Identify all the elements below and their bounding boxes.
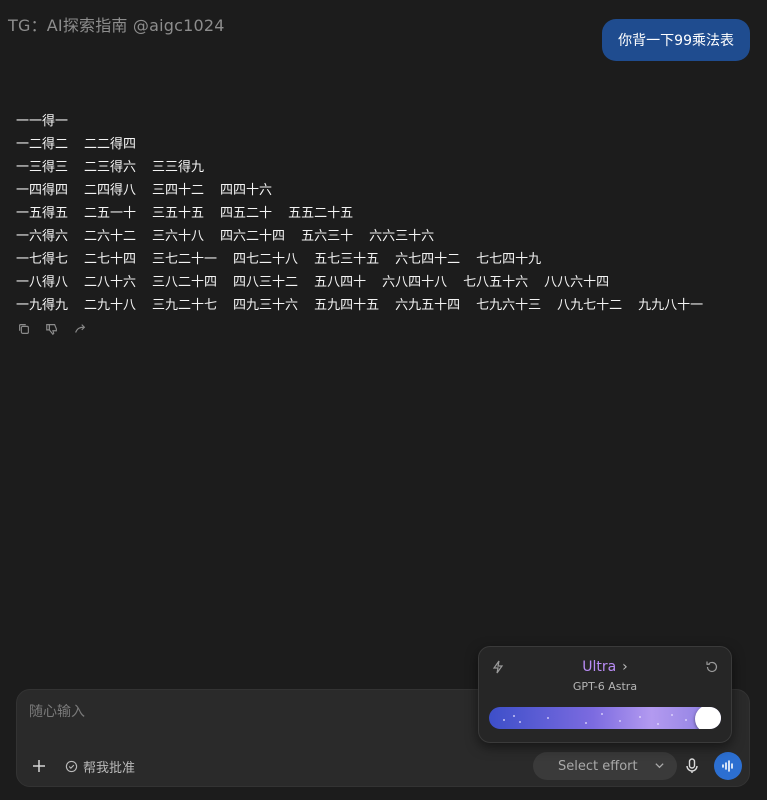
plus-icon[interactable] — [29, 756, 49, 776]
sparkle — [503, 719, 505, 721]
message-actions — [16, 321, 757, 337]
watermark: TG：AI探索指南 @aigc1024 — [8, 16, 225, 35]
table-cell: 四五二十 — [220, 206, 273, 221]
user-message-bubble: 你背一下99乘法表 — [602, 19, 750, 61]
table-cell: 一四得四 — [16, 183, 69, 198]
table-cell: 一五得五 — [16, 206, 69, 221]
table-row: 一五得五 二五一十 三五十五 四五二十 五五二十五 — [16, 200, 757, 223]
table-cell: 三三得九 — [152, 160, 205, 175]
table-cell: 三六十八 — [152, 229, 205, 244]
helper-button[interactable]: 帮我批准 — [65, 757, 135, 776]
microphone-icon[interactable] — [684, 756, 700, 776]
sparkle — [671, 714, 673, 716]
model-popup: Ultra › GPT-6 Astra — [478, 646, 732, 743]
sparkle — [547, 717, 549, 719]
table-row: 一四得四 二四得八 三四十二 四四十六 — [16, 177, 757, 200]
table-cell: 五六三十 — [301, 229, 354, 244]
table-row: 一二得二 二二得四 — [16, 131, 757, 154]
table-row: 一七得七 二七十四 三七二十一 四七二十八 五七三十五 六七四十二 七七四十九 — [16, 246, 757, 269]
multiplication-table: 一一得一 一二得二 二二得四 一三得三 二三得六 三三得九 一四得四 二四得八 三四十二 四四十六… — [16, 108, 757, 315]
table-cell: 二七十四 — [84, 252, 137, 267]
slider-thumb[interactable] — [695, 707, 721, 729]
table-cell: 四四十六 — [220, 183, 273, 198]
table-cell: 三八二十四 — [152, 275, 218, 290]
voice-mode-button[interactable] — [714, 752, 742, 780]
sparkle — [619, 720, 621, 722]
table-cell: 六六三十六 — [369, 229, 435, 244]
sparkle — [519, 721, 521, 723]
table-cell: 六九五十四 — [395, 298, 461, 313]
sparkle — [601, 713, 603, 715]
thumbs-down-icon[interactable] — [44, 321, 60, 337]
table-cell: 二二得四 — [84, 137, 137, 152]
table-row: 一六得六 二六十二 三六十八 四六二十四 五六三十 六六三十六 — [16, 223, 757, 246]
table-cell: 九九八十一 — [638, 298, 704, 313]
table-row: 一九得九 二九十八 三九二十七 四九三十六 五九四十五 六九五十四 七九六十三 八九七十二 九九… — [16, 292, 757, 315]
table-cell: 八八六十四 — [544, 275, 610, 290]
sparkle — [685, 719, 687, 721]
table-cell: 四九三十六 — [233, 298, 299, 313]
refresh-icon[interactable] — [705, 659, 719, 678]
table-cell: 四六二十四 — [220, 229, 286, 244]
table-cell: 三四十二 — [152, 183, 205, 198]
table-cell: 一八得八 — [16, 275, 69, 290]
model-name: GPT-6 Astra — [572, 680, 638, 693]
table-cell: 四七二十八 — [233, 252, 299, 267]
table-cell: 一九得九 — [16, 298, 69, 313]
table-row: 一三得三 二三得六 三三得九 — [16, 154, 757, 177]
table-cell: 二六十二 — [84, 229, 137, 244]
table-row: 一一得一 — [16, 108, 757, 131]
table-cell: 二四得八 — [84, 183, 137, 198]
table-cell: 六七四十二 — [395, 252, 461, 267]
table-cell: 五八四十 — [314, 275, 367, 290]
effort-slider[interactable] — [489, 707, 721, 729]
table-cell: 一一得一 — [16, 114, 69, 129]
chevron-down-icon — [655, 763, 664, 769]
table-cell: 三五十五 — [152, 206, 205, 221]
table-cell: 一七得七 — [16, 252, 69, 267]
effort-select[interactable]: Select effort — [533, 752, 677, 780]
table-row: 一八得八 二八十六 三八二十四 四八三十二 五八四十 六八四十八 七八五十六 八八六十四 — [16, 269, 757, 292]
table-cell: 八九七十二 — [557, 298, 623, 313]
copy-icon[interactable] — [16, 321, 32, 337]
table-cell: 四八三十二 — [233, 275, 299, 290]
waveform-icon — [722, 760, 733, 772]
table-cell: 一二得二 — [16, 137, 69, 152]
tier-selector[interactable]: Ultra › — [479, 659, 731, 675]
table-cell: 五五二十五 — [288, 206, 354, 221]
sparkle — [513, 715, 515, 717]
sparkle — [657, 723, 659, 725]
table-cell: 一六得六 — [16, 229, 69, 244]
assistant-answer: 一一得一 一二得二 二二得四 一三得三 二三得六 三三得九 一四得四 二四得八 三四十二 四四十六… — [16, 108, 757, 337]
tier-label: Ultra — [582, 659, 617, 675]
helper-label: 帮我批准 — [83, 761, 136, 776]
table-cell: 三九二十七 — [152, 298, 218, 313]
table-cell: 七八五十六 — [463, 275, 529, 290]
table-cell: 三七二十一 — [152, 252, 218, 267]
table-cell: 五九四十五 — [314, 298, 380, 313]
table-cell: 二五一十 — [84, 206, 137, 221]
sparkle — [639, 716, 641, 718]
table-cell: 二九十八 — [84, 298, 137, 313]
table-cell: 二三得六 — [84, 160, 137, 175]
table-cell: 七七四十九 — [476, 252, 542, 267]
chevron-right-icon: › — [622, 659, 628, 675]
share-icon[interactable] — [72, 321, 88, 337]
table-cell: 六八四十八 — [382, 275, 448, 290]
approve-icon — [65, 760, 78, 773]
table-cell: 二八十六 — [84, 275, 137, 290]
table-cell: 七九六十三 — [476, 298, 542, 313]
table-cell: 五七三十五 — [314, 252, 380, 267]
table-cell: 一三得三 — [16, 160, 69, 175]
sparkle — [585, 722, 587, 724]
effort-label: Select effort — [558, 758, 638, 774]
